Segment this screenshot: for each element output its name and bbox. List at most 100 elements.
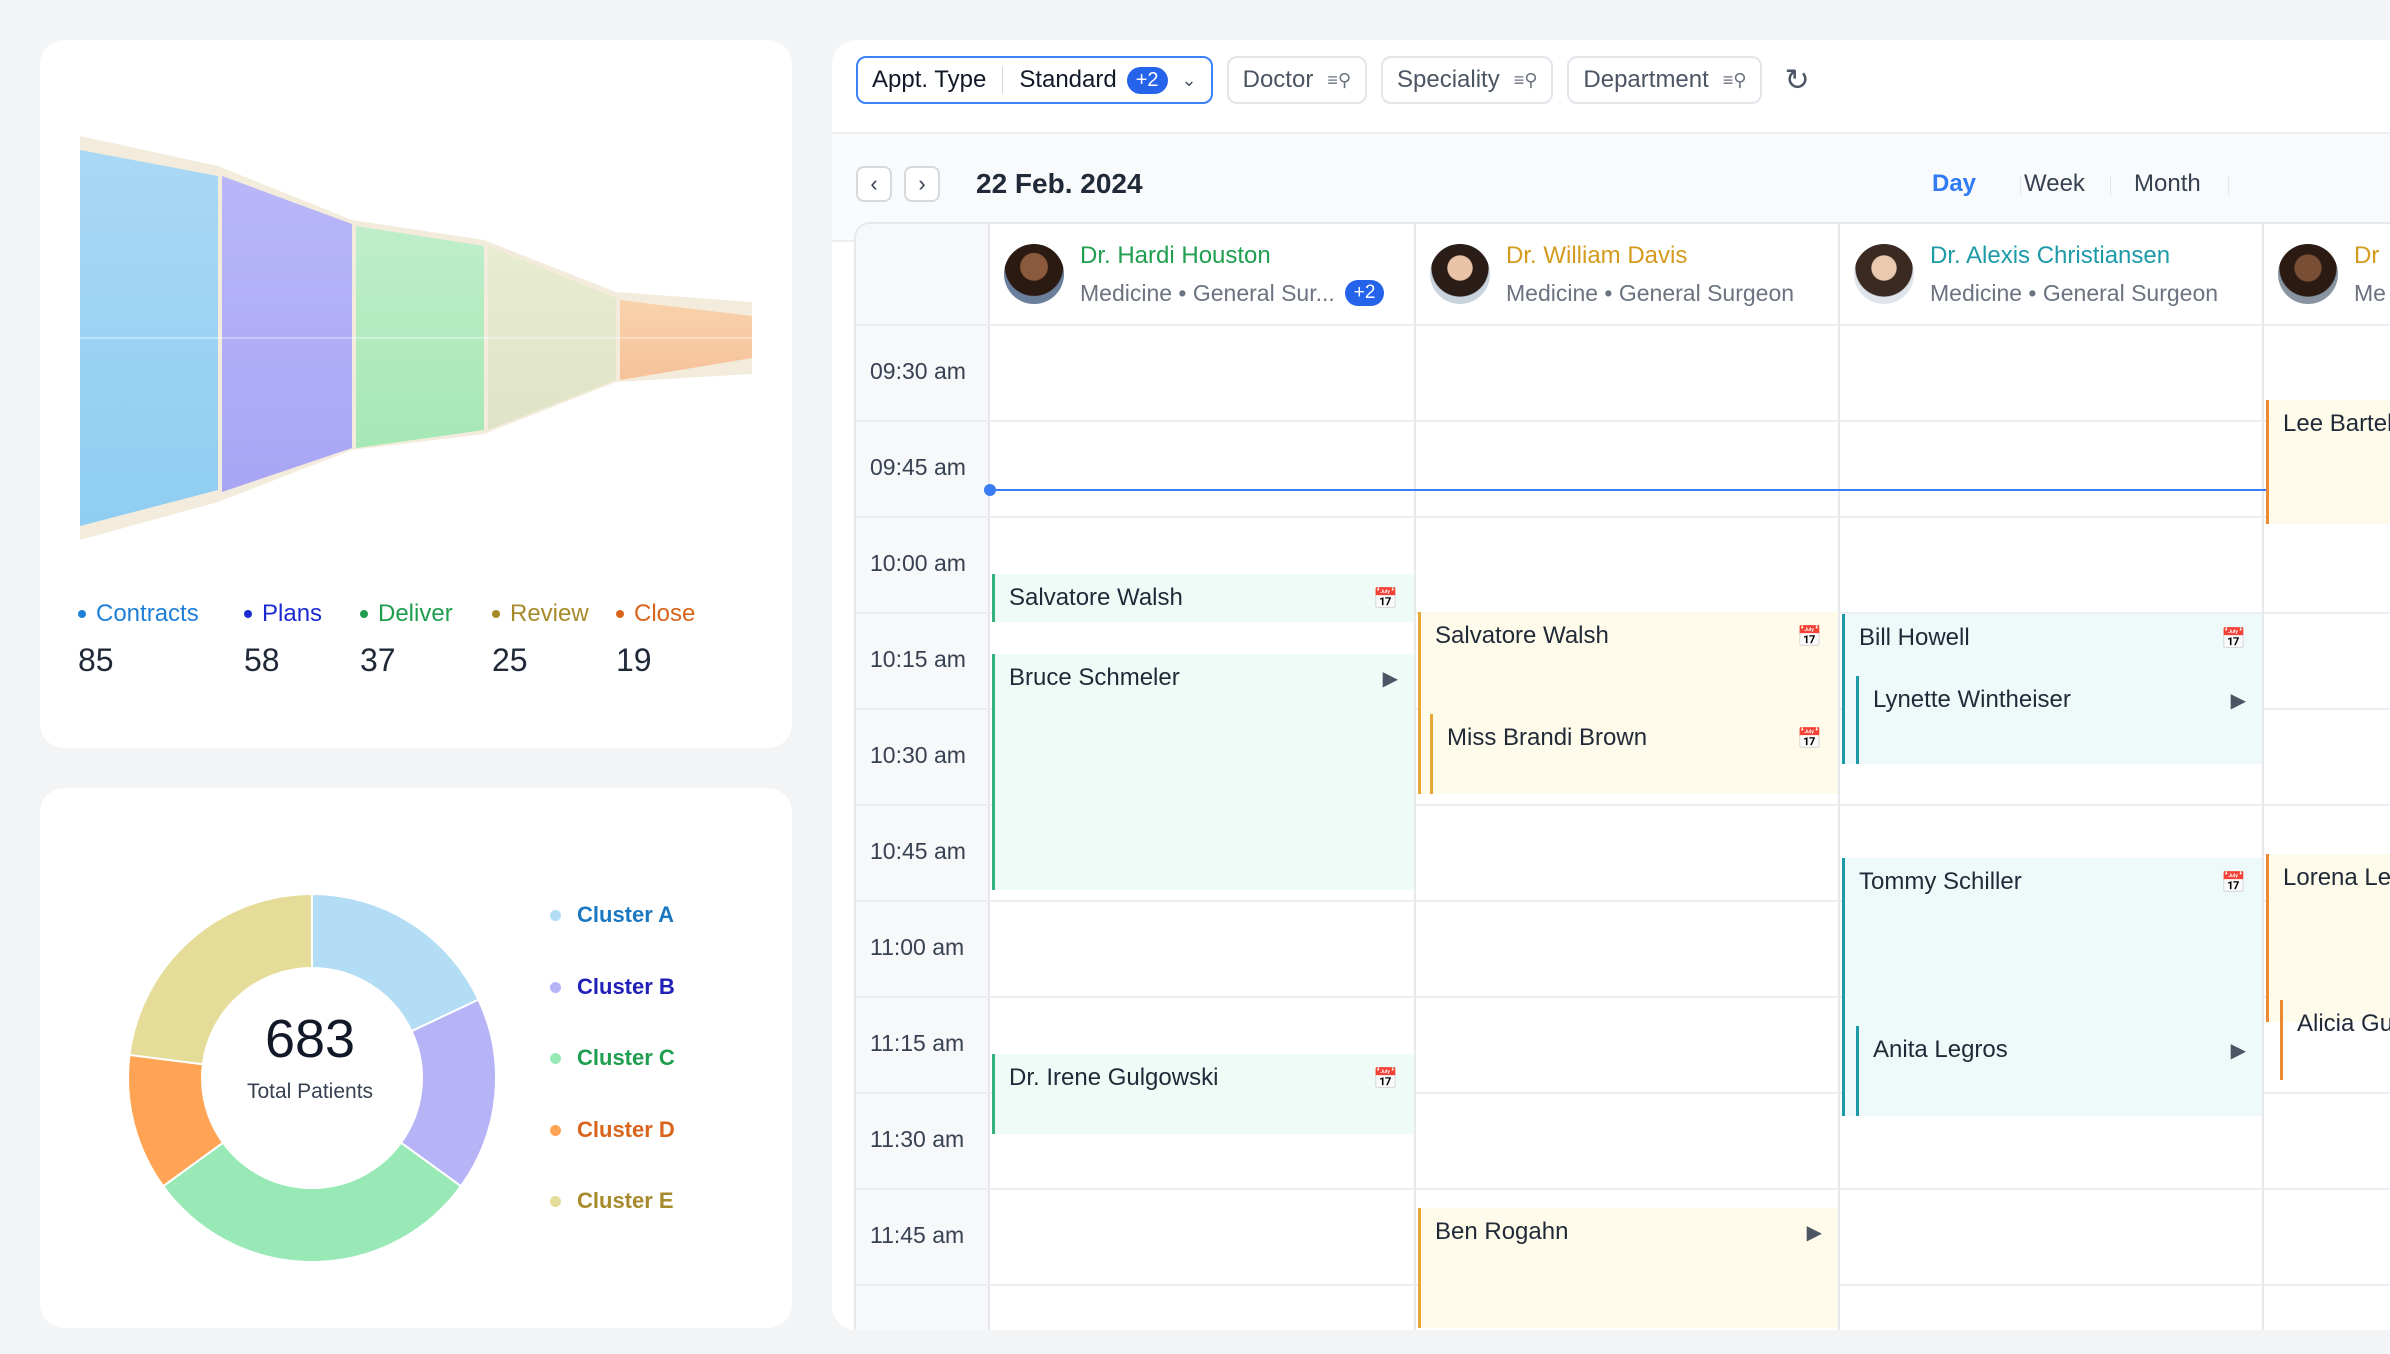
doctor-header-alexis-christiansen[interactable]: Dr. Alexis Christiansen Medicine • Gener…: [1840, 224, 2262, 324]
legend-cluster-a: Cluster A: [550, 902, 674, 928]
appt-type-label: Appt. Type: [872, 66, 987, 93]
filter-search-icon: ≡⚲: [1327, 69, 1351, 90]
doctor-filter-label: Doctor: [1242, 66, 1314, 93]
speciality-count-badge: +2: [1344, 280, 1385, 306]
doctor-speciality: Medicine • General Surgeon: [1506, 279, 1795, 306]
time-slot-label: 10:00 am: [870, 550, 966, 576]
patient-name: Ben Rogahn: [1435, 1218, 1569, 1245]
doctor-avatar: [2278, 244, 2338, 304]
patient-name: Alicia Gu: [2297, 1010, 2390, 1037]
next-day-button[interactable]: ›: [904, 166, 940, 202]
patient-name: Lynette Wintheiser: [1873, 686, 2071, 713]
appointment-card[interactable]: Ben Rogahn ▶: [1418, 1208, 1838, 1328]
appointment-card[interactable]: Salvatore Walsh 📅: [992, 574, 1414, 622]
donut-center: 683 Total Patients: [116, 1008, 504, 1104]
appt-type-filter[interactable]: Appt. Type Standard +2 ⌄: [856, 56, 1213, 104]
calendar-icon: 📅: [1373, 588, 1398, 610]
calendar-clock-icon: 📅: [2221, 628, 2246, 650]
appointment-card[interactable]: Miss Brandi Brown 📅: [1430, 714, 1838, 794]
appointment-card[interactable]: Dr. Irene Gulgowski 📅: [992, 1054, 1414, 1134]
doctor-speciality: Medicine • General Sur...: [1080, 279, 1335, 306]
doctor-avatar: [1854, 244, 1914, 304]
legend-contracts: Contracts 85: [78, 600, 199, 678]
patient-name: Salvatore Walsh: [1009, 584, 1183, 611]
filter-toolbar: Appt. Type Standard +2 ⌄ Doctor ≡⚲ Speci…: [856, 56, 1810, 104]
funnel-chart-card: Contracts 85 Plans 58 Deliver 37 Review …: [40, 40, 792, 748]
appointment-card[interactable]: Lynette Wintheiser ▶: [1856, 676, 2262, 764]
speciality-filter-label: Speciality: [1397, 66, 1500, 93]
prev-day-button[interactable]: ‹: [856, 166, 892, 202]
schedule-grid: 09:30 am 09:45 am 10:00 am 10:15 am 10:3…: [854, 222, 2390, 1330]
patient-name: Anita Legros: [1873, 1036, 2008, 1063]
doctor-avatar: [1430, 244, 1490, 304]
donut-slice-cluster-c: [161, 1141, 463, 1263]
patient-name: Tommy Schiller: [1859, 868, 2022, 895]
current-time-dot: [984, 484, 996, 496]
doctor-header-partial[interactable]: Dr Me: [2264, 224, 2390, 324]
doctor-name: Dr. Hardi Houston: [1080, 241, 1271, 269]
current-time-line: [990, 489, 2390, 491]
patient-name: Dr. Irene Gulgowski: [1009, 1064, 1219, 1091]
legend-deliver: Deliver 37: [360, 600, 453, 678]
time-slot-label: 10:45 am: [870, 838, 966, 864]
chevron-right-icon: ›: [918, 171, 926, 196]
time-slot-label: 09:45 am: [870, 454, 966, 480]
filter-search-icon: ≡⚲: [1513, 69, 1538, 90]
doctor-speciality: Medicine • General Surgeon: [1930, 279, 2219, 306]
appointment-card[interactable]: Alicia Gu: [2280, 1000, 2390, 1080]
time-slot-label: 10:30 am: [870, 742, 966, 768]
appt-type-count-badge: +2: [1126, 66, 1168, 94]
calendar-icon: 📅: [1797, 626, 1822, 648]
tab-month[interactable]: Month: [2134, 170, 2201, 198]
donut-chart-card: 683 Total Patients Cluster A Cluster B C…: [40, 788, 792, 1328]
patient-name: Bruce Schmeler: [1009, 664, 1180, 691]
patient-name: Miss Brandi Brown: [1447, 724, 1648, 751]
video-call-icon: ▶: [1806, 1222, 1822, 1244]
video-call-icon: ▶: [2230, 690, 2246, 712]
refresh-icon[interactable]: ↻: [1784, 63, 1809, 98]
time-slot-label: 11:00 am: [870, 934, 965, 960]
calendar-icon: 📅: [2221, 872, 2246, 894]
doctor-speciality: Me: [2354, 279, 2386, 306]
calendar-clock-icon: 📅: [1373, 1068, 1398, 1090]
department-filter[interactable]: Department ≡⚲: [1567, 56, 1763, 104]
video-call-icon: ▶: [2230, 1040, 2246, 1062]
appointment-card[interactable]: Lorena Les: [2266, 854, 2390, 1022]
time-slot-label: 11:45 am: [870, 1222, 965, 1248]
time-column: [856, 224, 990, 1330]
total-patients-label: Total Patients: [246, 1080, 374, 1103]
chevron-down-icon: ⌄: [1181, 69, 1197, 90]
appointment-card[interactable]: Bruce Schmeler ▶: [992, 654, 1414, 890]
appt-type-value: Standard: [1019, 66, 1117, 93]
tab-week[interactable]: Week: [2024, 170, 2085, 198]
doctor-name: Dr. Alexis Christiansen: [1930, 241, 2171, 269]
doctor-header-hardi-houston[interactable]: Dr. Hardi Houston Medicine • General Sur…: [990, 224, 1414, 324]
patient-name: Lorena Les: [2283, 864, 2390, 891]
speciality-filter[interactable]: Speciality ≡⚲: [1381, 56, 1554, 104]
funnel-stage-plans: [222, 176, 352, 492]
doctor-name: Dr: [2354, 241, 2380, 269]
chevron-left-icon: ‹: [870, 171, 878, 196]
filter-search-icon: ≡⚲: [1722, 69, 1747, 90]
legend-close: Close 19: [616, 600, 696, 678]
current-date: 22 Feb. 2024: [976, 168, 1143, 199]
doctor-header-william-davis[interactable]: Dr. William Davis Medicine • General Sur…: [1416, 224, 1838, 324]
legend-plans: Plans 58: [244, 600, 323, 678]
doctor-avatar: [1004, 244, 1064, 304]
patient-name: Salvatore Walsh: [1435, 622, 1609, 649]
doctor-name: Dr. William Davis: [1506, 241, 1688, 269]
legend-review: Review 25: [492, 600, 589, 678]
legend-cluster-b: Cluster B: [550, 974, 675, 1000]
time-slot-label: 10:15 am: [870, 646, 966, 672]
funnel-chart: [80, 136, 752, 540]
legend-cluster-d: Cluster D: [550, 1117, 675, 1143]
calendar-clock-icon: 📅: [1797, 728, 1822, 750]
time-slot-label: 11:15 am: [870, 1030, 965, 1056]
department-filter-label: Department: [1583, 66, 1709, 93]
legend-cluster-e: Cluster E: [550, 1188, 674, 1214]
legend-cluster-c: Cluster C: [550, 1045, 675, 1071]
appointment-card[interactable]: Anita Legros ▶: [1856, 1026, 2262, 1116]
doctor-filter[interactable]: Doctor ≡⚲: [1226, 56, 1367, 104]
tab-day[interactable]: Day: [1932, 170, 1976, 198]
appointment-card[interactable]: Lee Bartell: [2266, 400, 2390, 524]
